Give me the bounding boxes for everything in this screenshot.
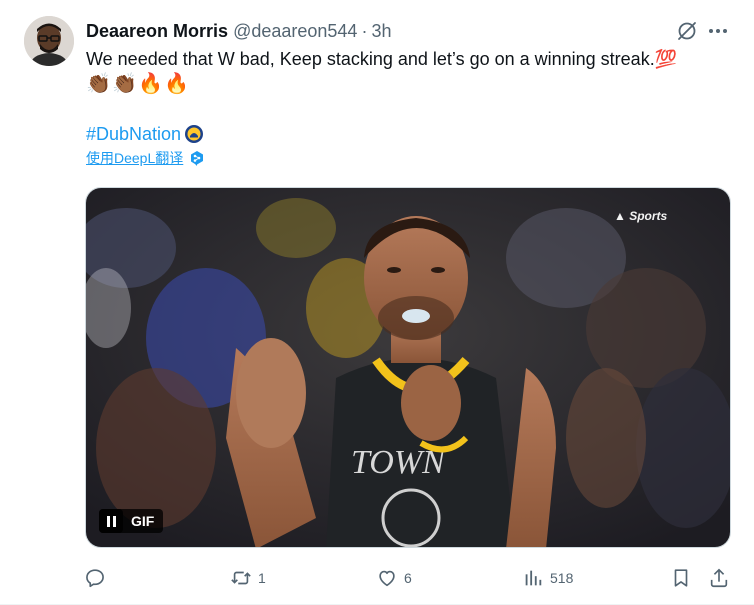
heart-icon xyxy=(379,570,395,587)
hashtag-row: #DubNation xyxy=(86,122,204,146)
fire-emoji: 🔥 xyxy=(138,73,163,95)
avatar[interactable] xyxy=(24,16,74,66)
like-count: 6 xyxy=(404,570,412,586)
more-options-icon[interactable] xyxy=(706,20,730,42)
like-button[interactable]: 6 xyxy=(376,564,412,592)
warriors-hashflag-icon xyxy=(185,125,204,143)
translate-link[interactable]: 使用DeepL翻译 xyxy=(86,148,183,168)
gif-frame: TOWN xyxy=(86,188,730,547)
retweet-icon xyxy=(231,571,251,585)
gif-badge[interactable]: GIF xyxy=(99,509,164,533)
tweet-card[interactable]: Deaareon Morris @deaareon544 · 3h We nee… xyxy=(0,0,754,605)
tweet-text: We needed that W bad, Keep stacking and … xyxy=(86,49,678,69)
grok-icon[interactable] xyxy=(676,20,698,42)
tweet-header: Deaareon Morris @deaareon544 · 3h xyxy=(86,20,391,42)
bookmark-icon xyxy=(674,569,688,587)
share-icon xyxy=(710,568,728,588)
tweet-time[interactable]: 3h xyxy=(371,21,391,42)
retweet-button[interactable]: 1 xyxy=(230,564,266,592)
fire-emoji: 🔥 xyxy=(164,73,189,95)
reply-icon xyxy=(86,569,104,588)
retweet-count: 1 xyxy=(258,570,266,586)
deepl-icon xyxy=(191,151,204,166)
hashtag-link[interactable]: #DubNation xyxy=(86,122,181,146)
clapping-hands-emoji: 👏🏾 xyxy=(86,73,111,95)
clapping-hands-emoji: 👏🏾 xyxy=(112,73,137,95)
views-icon xyxy=(525,570,542,586)
author-name[interactable]: Deaareon Morris xyxy=(86,21,228,42)
action-bar: 1 6 518 xyxy=(84,564,734,592)
broadcast-logo: ▲ Sports xyxy=(614,209,668,223)
gif-media[interactable]: TOWN ▲ Sports GIF xyxy=(85,187,731,548)
emoji-row: 👏🏾 👏🏾 🔥 🔥 xyxy=(86,72,189,96)
views-button[interactable]: 518 xyxy=(522,564,573,592)
share-button[interactable] xyxy=(708,564,730,592)
reply-button[interactable] xyxy=(84,564,112,592)
views-count: 518 xyxy=(550,570,574,586)
author-handle[interactable]: @deaareon544 xyxy=(233,21,357,42)
gif-label: GIF xyxy=(131,513,155,529)
pause-icon[interactable] xyxy=(99,509,123,533)
translate-row: 使用DeepL翻译 xyxy=(86,148,205,168)
bookmark-button[interactable] xyxy=(670,564,692,592)
separator-dot: · xyxy=(361,20,368,41)
